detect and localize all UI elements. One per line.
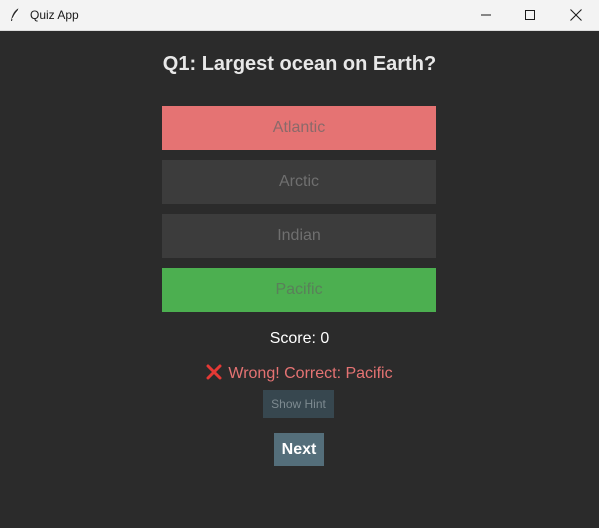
maximize-button[interactable]	[507, 0, 553, 30]
show-hint-label: Show Hint	[271, 397, 326, 411]
feather-icon	[9, 7, 21, 23]
next-button[interactable]: Next	[274, 433, 324, 466]
title-bar: Quiz App	[0, 0, 599, 31]
option-button-pacific[interactable]: Pacific	[162, 268, 436, 312]
score-label: Score: 0	[269, 330, 330, 347]
option-label: Arctic	[279, 173, 319, 190]
option-label: Indian	[277, 227, 321, 244]
maximize-icon	[525, 10, 535, 20]
minimize-icon	[481, 14, 491, 16]
show-hint-button[interactable]: Show Hint	[263, 390, 334, 418]
close-icon	[570, 9, 582, 21]
option-button-atlantic[interactable]: Atlantic	[162, 106, 436, 150]
question-text: Q1: Largest ocean on Earth?	[162, 53, 437, 75]
option-label: Atlantic	[272, 119, 326, 136]
feedback-message: Wrong! Correct: Pacific	[0, 364, 599, 385]
cross-mark-icon	[206, 364, 222, 385]
next-label: Next	[281, 440, 317, 458]
close-button[interactable]	[553, 0, 599, 30]
option-button-arctic[interactable]: Arctic	[162, 160, 436, 204]
window-title: Quiz App	[30, 8, 79, 22]
feedback-text: Wrong! Correct: Pacific	[228, 365, 393, 382]
option-label: Pacific	[275, 281, 323, 298]
quiz-app-window: Quiz App Q1: Largest ocean on Earth? Atl…	[0, 0, 599, 528]
minimize-button[interactable]	[463, 0, 509, 30]
option-button-indian[interactable]: Indian	[162, 214, 436, 258]
